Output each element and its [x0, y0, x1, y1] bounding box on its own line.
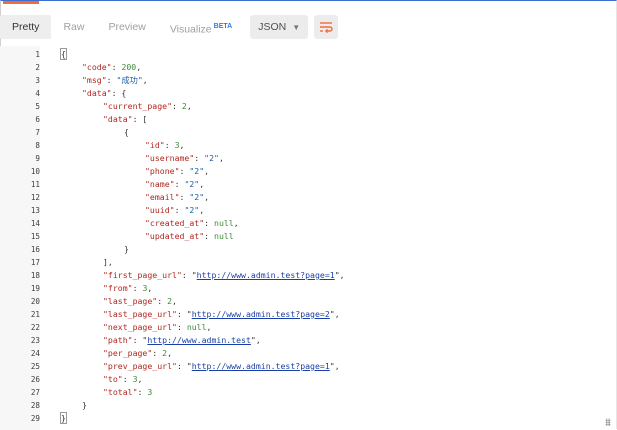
- json-value: 3: [147, 387, 153, 397]
- tab-preview-label: Preview: [108, 21, 146, 33]
- bracket-match: }: [60, 412, 67, 424]
- line-number: 13: [30, 206, 40, 215]
- json-value: "成功": [116, 75, 143, 85]
- line-number: 17: [30, 258, 40, 267]
- json-editor[interactable]: 1{ 2 "code": 200, 3 "msg": "成功", 4 "data": …: [0, 46, 615, 430]
- json-link[interactable]: http://www.admin.test?page=1: [192, 361, 330, 371]
- line-number: 20: [30, 297, 40, 306]
- line-number: 12: [30, 193, 40, 202]
- beta-badge: BETA: [213, 23, 233, 30]
- json-link[interactable]: http://www.admin.test?page=2: [192, 309, 330, 319]
- tab-visualize[interactable]: Visualize BETA: [158, 15, 244, 39]
- json-value: null: [214, 231, 234, 241]
- line-number: 26: [30, 375, 40, 384]
- line-number: 4: [35, 89, 40, 98]
- line-number: 28: [30, 401, 40, 410]
- bracket-match: {: [60, 48, 67, 60]
- line-number: 9: [35, 154, 40, 163]
- line-number: 8: [35, 141, 40, 150]
- json-value: "2": [184, 179, 200, 189]
- line-number: 5: [35, 102, 40, 111]
- json-link[interactable]: http://www.admin.test?page=1: [197, 270, 335, 280]
- tab-visualize-label: Visualize: [169, 23, 212, 36]
- json-value: "2": [189, 192, 205, 202]
- wrap-lines-icon: [320, 22, 333, 33]
- line-number: 16: [30, 245, 40, 254]
- json-value: "2": [184, 205, 200, 215]
- json-link[interactable]: http://www.admin.test: [147, 335, 251, 345]
- json-value: "2": [189, 166, 205, 176]
- wrap-lines-button[interactable]: [314, 15, 339, 39]
- line-number: 19: [30, 284, 40, 293]
- line-number: 18: [30, 271, 40, 280]
- line-number: 29: [30, 414, 40, 423]
- active-tab-indicator: [3, 1, 39, 4]
- line-number: 6: [35, 115, 40, 124]
- line-number: 25: [30, 362, 40, 371]
- line-number: 14: [30, 219, 40, 228]
- tab-raw-label: Raw: [63, 21, 85, 33]
- line-number: 2: [35, 63, 40, 72]
- resize-icon[interactable]: ⩩: [601, 416, 615, 430]
- json-value: 200: [121, 62, 137, 72]
- line-number: 1: [35, 50, 40, 59]
- chevron-down-icon: ▼: [292, 22, 301, 32]
- tab-raw[interactable]: Raw: [51, 15, 96, 39]
- response-toolbar: Pretty Raw Preview Visualize BETA JSON ▼: [0, 12, 615, 42]
- format-dropdown[interactable]: JSON ▼: [250, 15, 309, 39]
- json-value: "2": [204, 153, 219, 163]
- line-number: 27: [30, 388, 40, 397]
- tab-preview[interactable]: Preview: [96, 15, 157, 39]
- line-number: 3: [35, 76, 40, 85]
- line-number: 22: [30, 323, 40, 332]
- line-number: 11: [30, 180, 40, 189]
- line-number: 10: [30, 167, 40, 176]
- json-value: null: [186, 322, 207, 332]
- tab-pretty-label: Pretty: [12, 21, 40, 33]
- line-number: 23: [30, 336, 40, 345]
- line-number: 24: [30, 349, 40, 358]
- line-number: 21: [30, 310, 40, 319]
- json-value: null: [214, 218, 234, 228]
- line-number: 7: [35, 128, 40, 137]
- tab-pretty[interactable]: Pretty: [0, 15, 52, 39]
- line-number: 15: [30, 232, 40, 241]
- format-value: JSON: [258, 21, 287, 33]
